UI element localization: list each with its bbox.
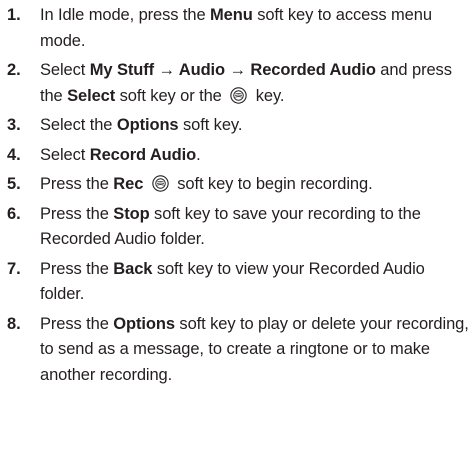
step-item: 1. In Idle mode, press the Menu soft key … xyxy=(0,3,471,54)
step-key-label: Options xyxy=(116,116,179,134)
step-text-segment: soft key. xyxy=(178,116,243,134)
step-text-segment: . xyxy=(196,145,201,164)
step-key-label: Record Audio xyxy=(89,145,197,164)
step-text-segment: Select the xyxy=(40,116,117,134)
step-text-segment: Press the xyxy=(40,259,114,278)
step-number: 2. xyxy=(7,61,21,79)
ok-key-icon xyxy=(230,86,247,104)
step-key-label: Back xyxy=(113,259,153,278)
step-text-segment: Press the xyxy=(40,314,114,333)
step-key-label: Stop xyxy=(113,204,150,223)
step-text-segment: key. xyxy=(251,86,285,105)
step-text: Press the Stop soft key to save your rec… xyxy=(40,205,421,249)
step-text: Select My Stuff → Audio → Recorded Audio… xyxy=(40,61,452,105)
step-key-label: Select xyxy=(67,86,116,105)
step-key-label: Menu xyxy=(210,6,253,24)
step-key-label: Options xyxy=(113,314,175,333)
step-item: 6. Press the Stop soft key to save your r… xyxy=(0,202,471,253)
step-item: 7. Press the Back soft key to view your R… xyxy=(0,257,471,308)
step-text: In Idle mode, press the Menu soft key to… xyxy=(40,6,432,50)
step-item: 3. Select the Options soft key. xyxy=(0,113,471,139)
step-text: Select the Options soft key. xyxy=(40,116,242,134)
step-item: 5. Press the Rec soft key to begin record… xyxy=(0,172,471,198)
step-text-segment xyxy=(143,175,147,193)
step-text-segment: Select xyxy=(40,145,90,164)
step-text-segment: In Idle mode, press the xyxy=(40,6,211,24)
step-number: 5. xyxy=(7,175,21,193)
ok-key-icon xyxy=(152,175,169,192)
step-text-segment: Select xyxy=(40,61,90,79)
step-text: Press the Options soft key to play or de… xyxy=(40,315,469,384)
step-text: Press the Rec soft key to begin recordin… xyxy=(40,175,373,193)
step-item: 8. Press the Options soft key to play or … xyxy=(0,312,471,389)
step-item: 2. Select My Stuff → Audio → Recorded Aud… xyxy=(0,58,471,109)
step-text: Select Record Audio. xyxy=(40,146,201,164)
step-text: Press the Back soft key to view your Rec… xyxy=(40,260,425,304)
step-text-segment: Press the xyxy=(40,175,114,193)
step-key-label: My Stuff → Audio → Recorded Audio xyxy=(89,61,376,79)
instruction-steps: 1. In Idle mode, press the Menu soft key … xyxy=(0,3,471,388)
step-number: 8. xyxy=(7,314,21,333)
step-text-segment: soft key to begin recording. xyxy=(172,175,373,193)
step-number: 1. xyxy=(7,6,21,24)
step-number: 7. xyxy=(7,259,21,278)
step-text-segment: soft key or the xyxy=(115,86,227,105)
step-number: 3. xyxy=(7,116,21,134)
step-number: 6. xyxy=(7,204,21,223)
step-key-label: Rec xyxy=(113,175,144,193)
step-number: 4. xyxy=(7,145,21,164)
step-item: 4. Select Record Audio. xyxy=(0,143,471,169)
step-text-segment: Press the xyxy=(40,204,114,223)
